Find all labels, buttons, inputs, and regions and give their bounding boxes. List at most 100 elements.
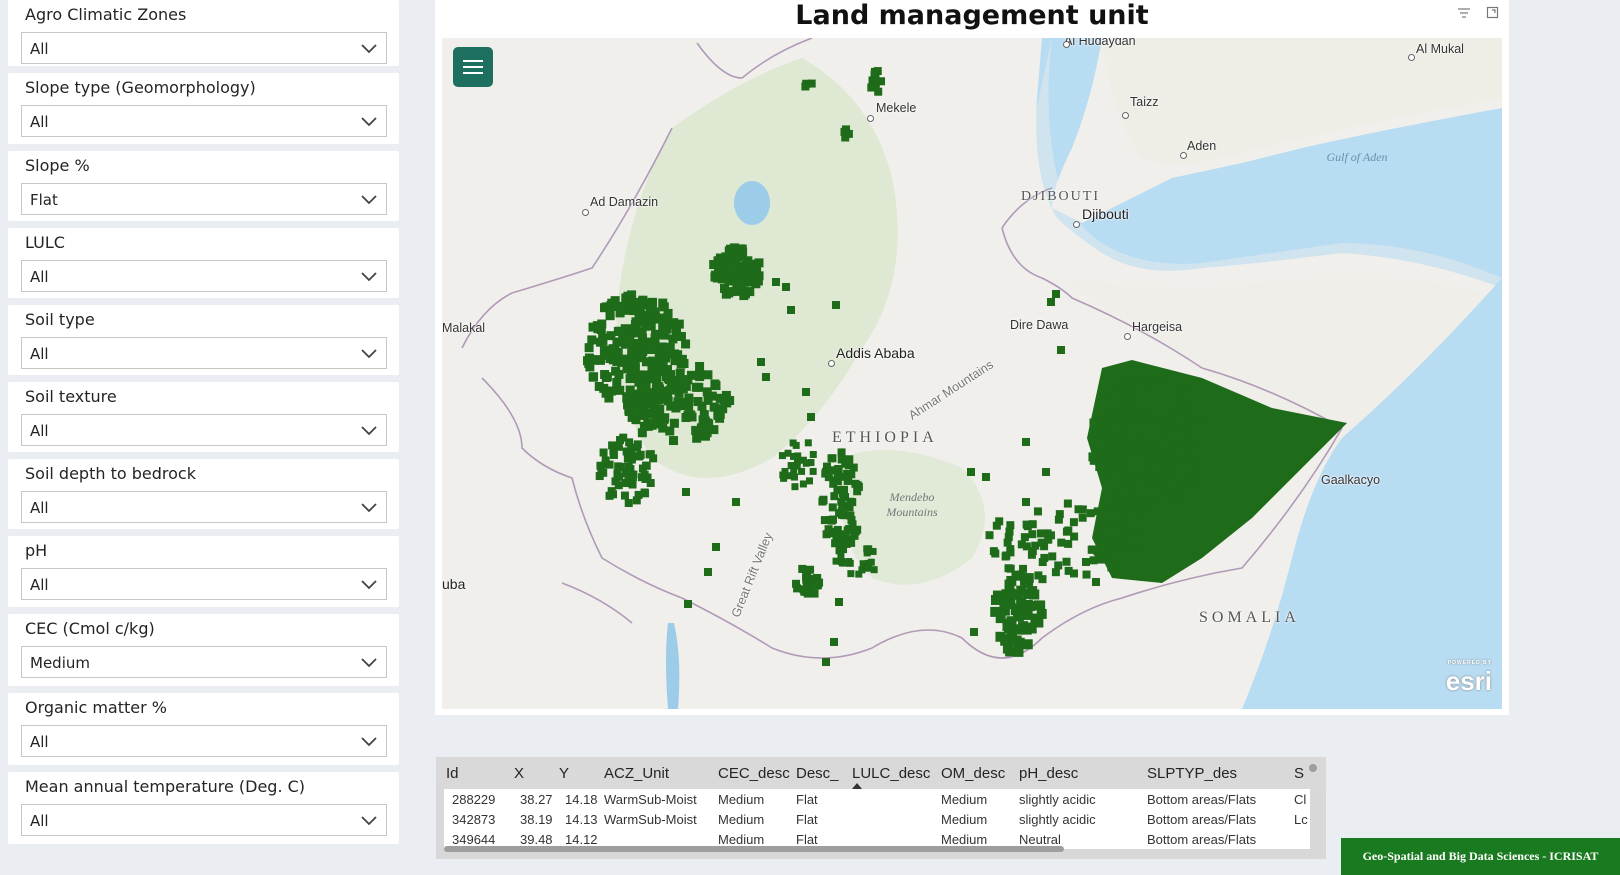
- lmu-marker[interactable]: [1001, 552, 1010, 561]
- lmu-marker[interactable]: [870, 566, 878, 574]
- lmu-marker[interactable]: [651, 398, 661, 408]
- lmu-marker[interactable]: [1012, 589, 1023, 600]
- lmu-marker[interactable]: [672, 401, 682, 411]
- lmu-marker[interactable]: [1176, 384, 1186, 394]
- lmu-marker[interactable]: [624, 499, 633, 508]
- lmu-marker[interactable]: [638, 295, 648, 305]
- lmu-marker[interactable]: [1042, 468, 1050, 476]
- lmu-marker[interactable]: [967, 468, 975, 476]
- lmu-marker[interactable]: [710, 379, 720, 389]
- lmu-marker[interactable]: [609, 450, 618, 459]
- lmu-marker[interactable]: [1159, 489, 1169, 499]
- lmu-marker[interactable]: [647, 362, 657, 372]
- lmu-marker[interactable]: [1105, 437, 1115, 447]
- lmu-marker[interactable]: [630, 320, 640, 330]
- lmu-marker[interactable]: [1122, 402, 1132, 412]
- filter-icon[interactable]: [1457, 7, 1471, 19]
- lmu-marker[interactable]: [792, 579, 801, 588]
- lmu-marker[interactable]: [703, 422, 713, 432]
- map-menu-button[interactable]: [453, 47, 493, 87]
- vertical-scrollbar[interactable]: [1309, 764, 1317, 772]
- column-header[interactable]: S: [1294, 765, 1304, 782]
- lmu-marker[interactable]: [790, 469, 798, 477]
- lmu-marker[interactable]: [1037, 529, 1046, 538]
- lmu-marker[interactable]: [1057, 346, 1065, 354]
- lmu-marker[interactable]: [822, 658, 830, 666]
- lmu-marker[interactable]: [646, 321, 656, 331]
- lmu-marker[interactable]: [1034, 571, 1043, 580]
- lmu-marker[interactable]: [1185, 460, 1195, 470]
- lmu-marker[interactable]: [1142, 376, 1152, 386]
- lmu-marker[interactable]: [712, 543, 720, 551]
- lmu-marker[interactable]: [799, 480, 807, 488]
- lmu-marker[interactable]: [1117, 543, 1126, 552]
- lmu-marker[interactable]: [1089, 418, 1099, 428]
- lmu-marker[interactable]: [614, 462, 623, 471]
- lmu-marker[interactable]: [659, 302, 669, 312]
- lmu-marker[interactable]: [1161, 452, 1171, 462]
- lmu-marker[interactable]: [595, 472, 604, 481]
- lmu-marker[interactable]: [1134, 528, 1143, 537]
- lmu-marker[interactable]: [645, 306, 655, 316]
- lmu-marker[interactable]: [1086, 509, 1095, 518]
- lmu-marker[interactable]: [787, 462, 795, 470]
- lmu-marker[interactable]: [612, 377, 622, 387]
- lmu-marker[interactable]: [1047, 298, 1055, 306]
- lmu-marker[interactable]: [757, 358, 765, 366]
- lmu-marker[interactable]: [627, 444, 636, 453]
- lmu-marker[interactable]: [1033, 617, 1044, 628]
- lmu-marker[interactable]: [624, 462, 633, 471]
- lmu-marker[interactable]: [1033, 507, 1042, 516]
- lmu-marker[interactable]: [1052, 290, 1060, 298]
- lmu-marker[interactable]: [1074, 505, 1083, 514]
- lmu-marker[interactable]: [847, 570, 855, 578]
- lmu-marker[interactable]: [1156, 424, 1166, 434]
- lmu-marker[interactable]: [695, 372, 705, 382]
- column-header[interactable]: LULC_desc: [852, 765, 930, 782]
- column-header[interactable]: Desc_: [796, 765, 839, 782]
- lmu-marker[interactable]: [658, 342, 668, 352]
- lmu-marker[interactable]: [1109, 466, 1119, 476]
- lmu-marker[interactable]: [669, 436, 679, 446]
- lmu-marker[interactable]: [1132, 541, 1141, 550]
- lmu-marker[interactable]: [1063, 499, 1072, 508]
- lmu-marker[interactable]: [715, 393, 725, 403]
- lmu-marker[interactable]: [615, 326, 625, 336]
- lmu-marker[interactable]: [845, 558, 853, 566]
- lmu-marker[interactable]: [1006, 521, 1015, 530]
- lmu-marker[interactable]: [1038, 558, 1047, 567]
- lmu-marker[interactable]: [684, 600, 692, 608]
- lmu-marker[interactable]: [1132, 383, 1142, 393]
- lmu-marker[interactable]: [608, 441, 617, 450]
- lmu-marker[interactable]: [853, 487, 862, 496]
- lmu-marker[interactable]: [613, 301, 623, 311]
- lmu-marker[interactable]: [1122, 475, 1132, 485]
- lmu-marker[interactable]: [1122, 530, 1131, 539]
- lmu-marker[interactable]: [841, 530, 850, 539]
- lmu-marker[interactable]: [584, 353, 594, 363]
- lmu-marker[interactable]: [841, 538, 850, 547]
- lmu-marker[interactable]: [738, 247, 748, 257]
- lmu-marker[interactable]: [834, 466, 843, 475]
- lmu-marker[interactable]: [807, 413, 815, 421]
- lmu-marker[interactable]: [1121, 512, 1130, 521]
- slicer-dropdown[interactable]: All: [21, 105, 387, 137]
- lmu-marker[interactable]: [1110, 453, 1120, 463]
- lmu-marker[interactable]: [743, 256, 753, 266]
- column-header[interactable]: pH_desc: [1019, 765, 1078, 782]
- lmu-marker[interactable]: [780, 474, 788, 482]
- lmu-marker[interactable]: [629, 328, 639, 338]
- table-row[interactable]: 288229 38.27 14.18 WarmSub-Moist Medium Flat M…: [444, 789, 1310, 809]
- lmu-marker[interactable]: [745, 287, 755, 297]
- lmu-marker[interactable]: [691, 425, 701, 435]
- lmu-marker[interactable]: [794, 452, 802, 460]
- slicer-dropdown[interactable]: Flat: [21, 183, 387, 215]
- slicer-dropdown[interactable]: All: [21, 725, 387, 757]
- lmu-marker[interactable]: [687, 412, 697, 422]
- slicer-dropdown[interactable]: Medium: [21, 646, 387, 678]
- lmu-marker[interactable]: [1054, 515, 1063, 524]
- lmu-marker[interactable]: [588, 372, 598, 382]
- lmu-marker[interactable]: [623, 291, 633, 301]
- lmu-marker[interactable]: [762, 373, 770, 381]
- lmu-marker[interactable]: [867, 83, 876, 92]
